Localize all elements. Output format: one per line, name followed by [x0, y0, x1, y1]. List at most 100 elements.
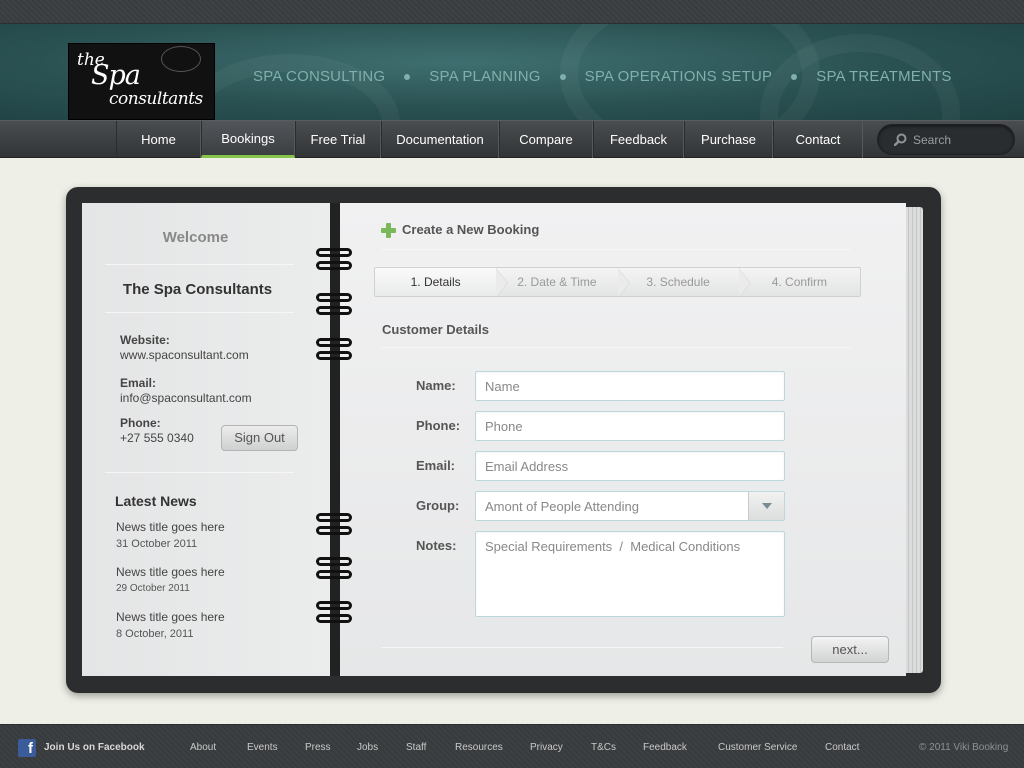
email-value[interactable]: info@spaconsultant.com: [120, 391, 252, 405]
nav-item-free-trial[interactable]: Free Trial: [295, 121, 381, 158]
step-details[interactable]: 1. Details: [375, 268, 509, 296]
news-item-date: 31 October 2011: [116, 538, 198, 550]
binder-ring: [316, 513, 354, 539]
website-label: Website:: [120, 333, 170, 347]
welcome-heading: Welcome: [162, 229, 229, 246]
page-edges: [905, 207, 923, 673]
site-logo[interactable]: the Spa consultants: [68, 43, 215, 120]
step-arrow-inner: [738, 269, 750, 296]
phone-value: +27 555 0340: [120, 431, 194, 445]
step-confirm[interactable]: 4. Confirm: [739, 268, 860, 296]
divider: [381, 249, 851, 250]
news-item-title[interactable]: News title goes here: [116, 565, 225, 579]
binder-ring: [316, 601, 354, 627]
name-input[interactable]: [475, 371, 785, 401]
news-item[interactable]: News title goes here 31 October 2011: [116, 520, 225, 550]
email-label: Email:: [120, 376, 157, 390]
step-schedule[interactable]: 3. Schedule: [618, 268, 751, 296]
facebook-icon[interactable]: f: [18, 739, 36, 757]
logo-text-consultants: consultants: [109, 89, 203, 109]
step-arrow-inner: [617, 269, 629, 296]
create-booking-title: Create a New Booking: [402, 222, 540, 237]
group-select-value: Amont of People Attending: [485, 499, 639, 514]
dropdown-button[interactable]: [748, 492, 784, 520]
facebook-link[interactable]: Join Us on Facebook: [44, 742, 145, 753]
main-nav-bar: Home Bookings Free Trial Documentation C…: [0, 120, 1024, 158]
divider: [105, 472, 294, 473]
search-input[interactable]: [913, 132, 1008, 147]
nav-item-documentation[interactable]: Documentation: [381, 121, 499, 158]
binder-ring: [316, 338, 354, 364]
separator-dot: [404, 73, 411, 80]
divider: [381, 347, 851, 348]
binder-ring: [316, 248, 354, 274]
email-input[interactable]: [475, 451, 785, 481]
email-field-label: Email:: [416, 458, 456, 473]
step-date-time[interactable]: 2. Date & Time: [496, 268, 630, 296]
phone-label: Phone:: [120, 416, 161, 430]
nav-item-home[interactable]: Home: [116, 121, 201, 158]
logo-text-spa: Spa: [91, 60, 141, 91]
service-nav: SPA CONSULTING SPA PLANNING SPA OPERATIO…: [253, 68, 952, 85]
booking-steps: 1. Details 2. Date & Time 3. Schedule 4.…: [374, 267, 861, 297]
news-item-title[interactable]: News title goes here: [116, 610, 225, 624]
step-label: 4. Confirm: [771, 275, 828, 289]
footer-link-feedback[interactable]: Feedback: [643, 742, 687, 753]
copyright-text: © 2011 Viki Booking: [919, 742, 1009, 753]
footer-link-staff[interactable]: Staff: [406, 742, 426, 753]
nav-item-compare[interactable]: Compare: [499, 121, 593, 158]
logo-flourish: [161, 46, 201, 72]
search-box[interactable]: [877, 124, 1015, 155]
phone-input[interactable]: [475, 411, 785, 441]
group-select[interactable]: Amont of People Attending: [475, 491, 785, 521]
footer-link-resources[interactable]: Resources: [455, 742, 503, 753]
footer-link-events[interactable]: Events: [247, 742, 278, 753]
footer-link-customer-service[interactable]: Customer Service: [718, 742, 797, 753]
footer-link-jobs[interactable]: Jobs: [357, 742, 378, 753]
service-link-spa-consulting[interactable]: SPA CONSULTING: [253, 68, 385, 85]
footer-link-press[interactable]: Press: [305, 742, 331, 753]
website-value[interactable]: www.spaconsultant.com: [120, 348, 249, 362]
footer-link-about[interactable]: About: [190, 742, 216, 753]
separator-dot: [791, 73, 798, 80]
news-item-title[interactable]: News title goes here: [116, 520, 225, 534]
top-strip: [0, 0, 1024, 24]
binder-ring: [316, 557, 354, 583]
footer-link-tcs[interactable]: T&Cs: [591, 742, 616, 753]
nav-item-bookings[interactable]: Bookings: [201, 121, 295, 158]
nav-item-feedback[interactable]: Feedback: [593, 121, 684, 158]
footer-link-privacy[interactable]: Privacy: [530, 742, 563, 753]
latest-news-heading: Latest News: [115, 493, 197, 509]
next-button[interactable]: next...: [811, 636, 889, 663]
chevron-down-icon: [761, 503, 772, 509]
news-item[interactable]: News title goes here 8 October, 2011: [116, 610, 225, 640]
sign-out-button[interactable]: Sign Out: [221, 425, 298, 451]
news-item[interactable]: News title goes here 29 October 2011: [116, 565, 225, 594]
news-item-date: 29 October 2011: [116, 583, 190, 594]
name-label: Name:: [416, 378, 456, 393]
news-item-date: 8 October, 2011: [116, 628, 194, 640]
divider: [105, 312, 294, 313]
search-icon: [894, 133, 907, 146]
step-label: 2. Date & Time: [517, 275, 597, 289]
notes-textarea[interactable]: [475, 531, 785, 617]
step-label: 1. Details: [410, 275, 461, 289]
binder-ring: [316, 293, 354, 319]
service-link-spa-planning[interactable]: SPA PLANNING: [429, 68, 540, 85]
nav-item-contact[interactable]: Contact: [773, 121, 863, 158]
service-link-spa-operations-setup[interactable]: SPA OPERATIONS SETUP: [585, 68, 773, 85]
divider: [105, 264, 294, 265]
customer-details-heading: Customer Details: [382, 322, 489, 337]
nav-item-purchase[interactable]: Purchase: [684, 121, 773, 158]
group-label: Group:: [416, 498, 460, 513]
main-nav: Home Bookings Free Trial Documentation C…: [116, 121, 863, 158]
step-label: 3. Schedule: [646, 275, 710, 289]
site-footer: [0, 724, 1024, 768]
plus-icon: [381, 223, 396, 238]
footer-link-contact[interactable]: Contact: [825, 742, 859, 753]
notes-label: Notes:: [416, 538, 457, 553]
separator-dot: [559, 73, 566, 80]
step-arrow-inner: [496, 269, 508, 296]
service-link-spa-treatments[interactable]: SPA TREATMENTS: [816, 68, 951, 85]
company-name: The Spa Consultants: [122, 281, 273, 298]
